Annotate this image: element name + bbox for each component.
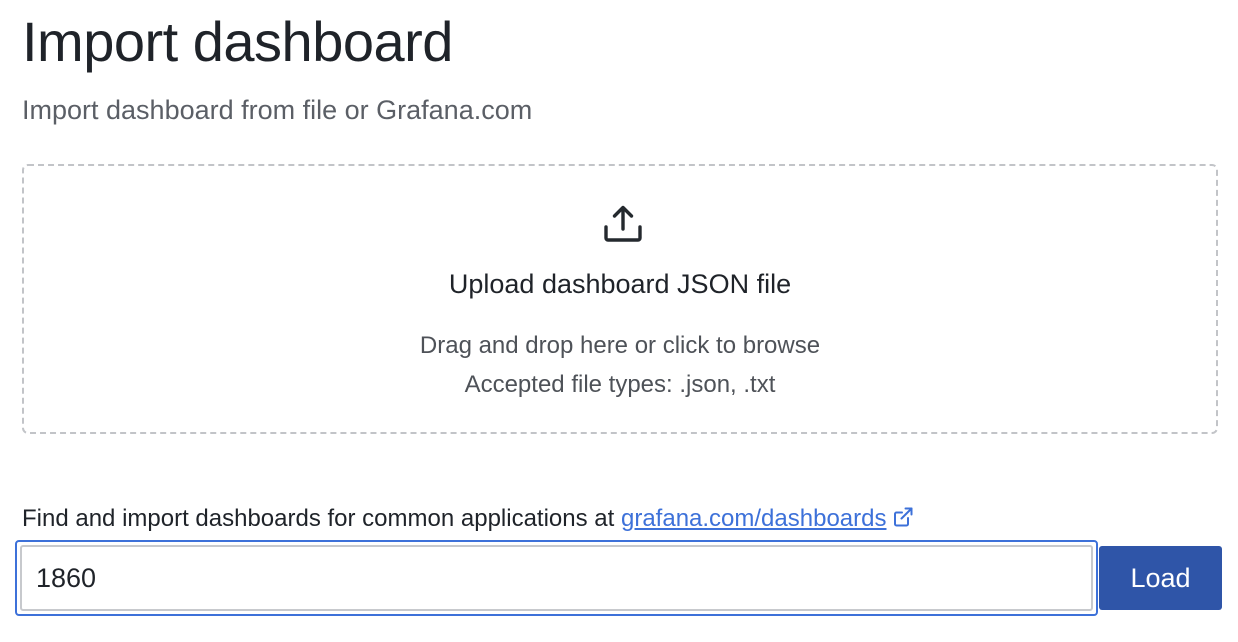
grafana-import-label-text: Find and import dashboards for common ap… <box>22 505 621 532</box>
grafana-dashboards-link-text: grafana.com/dashboards <box>620 505 887 532</box>
import-dashboard-page: Import dashboard Import dashboard from f… <box>0 0 1238 642</box>
dashboard-id-input[interactable] <box>20 545 1093 611</box>
dropzone-title: Upload dashboard JSON file <box>448 269 792 299</box>
page-title: Import dashboard <box>22 10 453 73</box>
page-subtitle: Import dashboard from file or Grafana.co… <box>22 95 533 125</box>
grafana-dashboards-link[interactable]: grafana.com/dashboards <box>621 505 915 532</box>
load-button[interactable]: Load <box>1099 546 1222 610</box>
external-link-icon <box>894 507 913 527</box>
file-dropzone[interactable]: Upload dashboard JSON file Drag and drop… <box>22 164 1218 434</box>
dashboard-id-input-focus-ring <box>15 540 1098 616</box>
grafana-import-label: Find and import dashboards for common ap… <box>22 503 914 535</box>
dropzone-hint: Drag and drop here or click to browse <box>419 332 821 359</box>
accepted-file-types: Accepted file types: .json, .txt <box>464 371 776 398</box>
upload-icon <box>604 205 642 242</box>
